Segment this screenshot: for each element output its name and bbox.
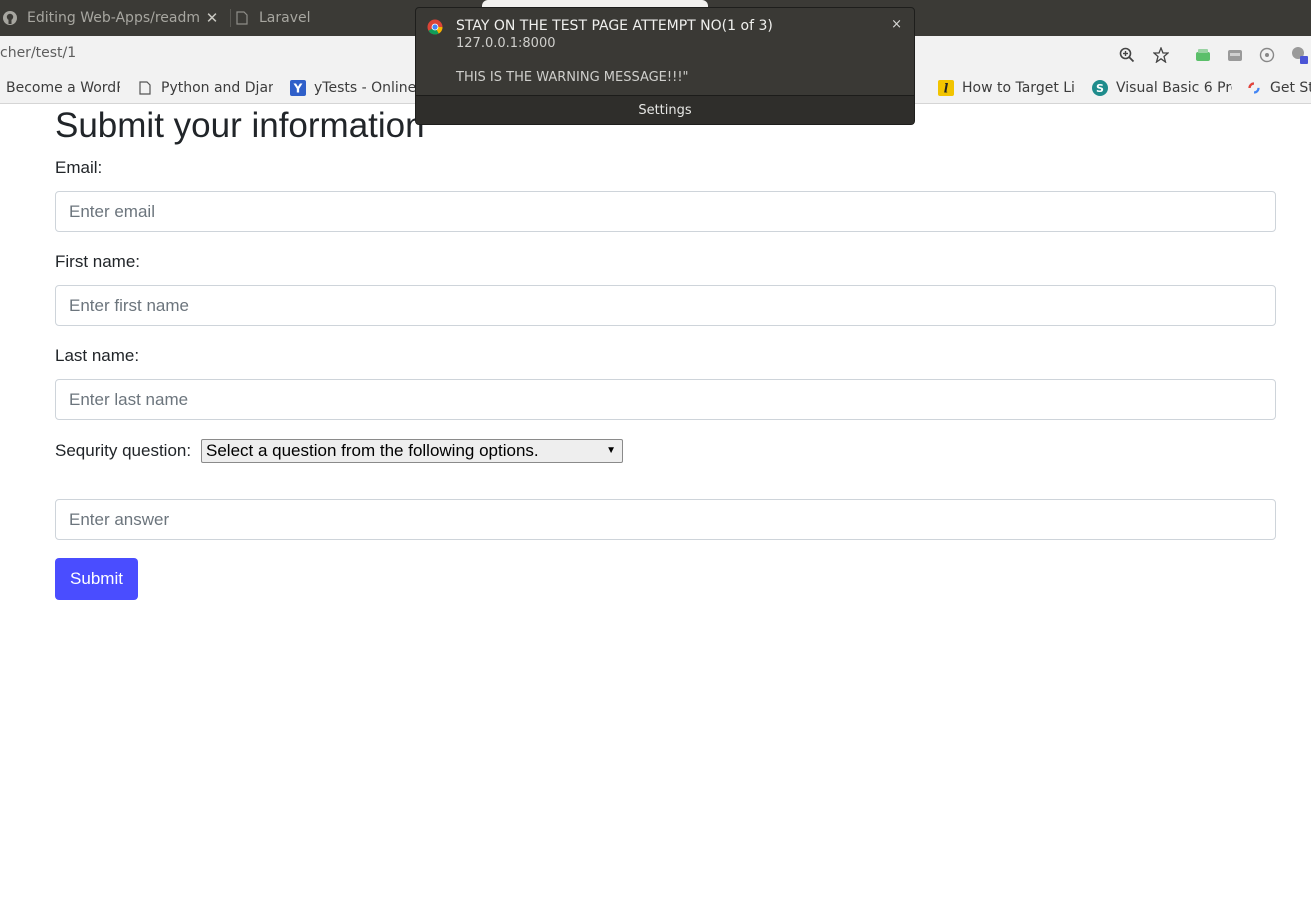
first-name-label: First name:	[55, 252, 141, 271]
security-question-select[interactable]: Select a question from the following opt…	[201, 439, 623, 463]
star-icon[interactable]	[1152, 46, 1170, 64]
security-question-selected: Select a question from the following opt…	[206, 441, 539, 460]
bookmark-label: Python and Django	[161, 79, 273, 96]
notification-message: THIS IS THE WARNING MESSAGE!!!"	[456, 70, 689, 85]
bookmark-visual-basic-6[interactable]: S Visual Basic 6 Programming	[1092, 72, 1232, 103]
tab-title: Editing Web-Apps/readme.md	[27, 10, 199, 26]
tab-separator	[230, 9, 231, 27]
notification-settings-button[interactable]: Settings	[416, 95, 914, 124]
tab-editing-readme[interactable]: Editing Web-Apps/readme.md ✕	[0, 0, 230, 36]
bookmark-label: How to Target LinkedIn	[962, 79, 1076, 96]
svg-text:Y: Y	[293, 81, 303, 95]
address-bar-url[interactable]: cher/test/1	[0, 45, 76, 61]
y-icon: Y	[290, 79, 306, 96]
bookmark-label: Visual Basic 6 Programming	[1116, 79, 1232, 96]
page-icon	[137, 80, 153, 96]
last-name-label: Last name:	[55, 346, 140, 365]
extension-icon[interactable]	[1226, 46, 1244, 64]
submit-button[interactable]: Submit	[55, 558, 138, 600]
bookmark-become-a-wordpress[interactable]: Become a WordPress	[6, 72, 120, 103]
extension-icon[interactable]	[1258, 46, 1276, 64]
github-icon	[2, 10, 18, 26]
google-icon	[1246, 80, 1262, 96]
extension-icon[interactable]	[1290, 46, 1308, 64]
notification-title: STAY ON THE TEST PAGE ATTEMPT NO(1 of 3)	[456, 18, 773, 34]
notification-close-button[interactable]: ×	[891, 17, 902, 32]
email-label: Email:	[55, 158, 103, 177]
bookmark-label: Get Started	[1270, 79, 1311, 96]
svg-text:S: S	[1096, 82, 1104, 95]
first-name-field[interactable]	[55, 285, 1276, 326]
svg-text:l: l	[944, 81, 949, 95]
bookmark-ytests-online[interactable]: Y yTests - Online	[290, 72, 415, 103]
security-question-label: Sequrity question:	[55, 441, 192, 460]
chrome-icon	[427, 19, 443, 35]
answer-field[interactable]	[55, 499, 1276, 540]
bookmark-how-to-target-linkedin[interactable]: l How to Target LinkedIn	[938, 72, 1076, 103]
bookmark-label: yTests - Online	[314, 79, 415, 96]
bookmark-python-and-django[interactable]: Python and Django	[137, 72, 273, 103]
zoom-icon[interactable]	[1118, 46, 1136, 64]
notification-popup[interactable]: STAY ON THE TEST PAGE ATTEMPT NO(1 of 3)…	[415, 7, 915, 125]
notification-origin: 127.0.0.1:8000	[456, 36, 556, 51]
extension-icon[interactable]	[1194, 46, 1212, 64]
bookmark-get-started[interactable]: Get Started	[1246, 72, 1311, 103]
last-name-field[interactable]	[55, 379, 1276, 420]
bookmark-label: Become a WordPress	[6, 79, 120, 96]
tab-title: Laravel	[259, 10, 311, 26]
page-title: Submit your information	[55, 106, 425, 145]
l-icon: l	[938, 79, 954, 96]
tab-laravel[interactable]: Laravel	[232, 0, 412, 36]
page-icon	[234, 10, 250, 26]
s-icon: S	[1092, 79, 1108, 96]
dropdown-arrow-icon: ▼	[606, 445, 616, 456]
email-field[interactable]	[55, 191, 1276, 232]
tab-close-button[interactable]: ✕	[204, 9, 220, 27]
